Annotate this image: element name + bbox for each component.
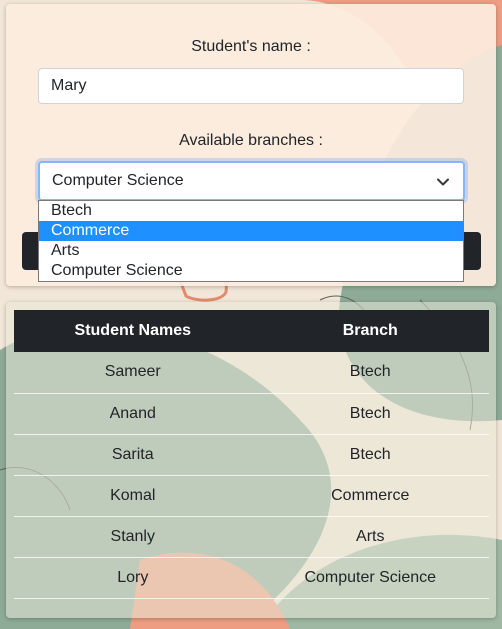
branch-cell: Btech	[349, 445, 391, 463]
branch-option-computer-science[interactable]: Computer Science	[39, 261, 463, 281]
student-name-cell: Sameer	[104, 363, 161, 381]
student-name-cell: Sarita	[111, 445, 154, 463]
branch-cell: Commerce	[331, 486, 410, 504]
table-row: Lory Computer Science	[14, 557, 489, 598]
branch-option-arts[interactable]: Arts	[39, 241, 463, 261]
branch-label: Available branches :	[179, 132, 323, 149]
header-branch: Branch	[342, 322, 398, 339]
student-name-cell: Stanly	[110, 527, 155, 545]
table-row: Sarita Btech	[14, 434, 489, 475]
student-name-cell: Komal	[110, 486, 156, 504]
student-name-cell: Anand	[109, 404, 156, 422]
branch-cell: Computer Science	[304, 568, 437, 586]
branch-cell: Arts	[356, 527, 385, 545]
students-table: Student Names Branch Sameer Btech Anand …	[14, 310, 489, 599]
table-row: Komal Commerce	[14, 475, 489, 516]
branch-option-btech[interactable]: Btech	[39, 201, 463, 221]
table-header-row: Student Names Branch	[14, 310, 489, 352]
branch-cell: Btech	[349, 363, 391, 381]
table-row: Sameer Btech	[14, 352, 489, 393]
table-row: Stanly Arts	[14, 516, 489, 557]
student-name-input[interactable]	[38, 68, 464, 104]
students-table-card: Student Names Branch Sameer Btech Anand …	[6, 302, 496, 618]
student-name-cell: Lory	[117, 568, 149, 586]
student-name-label: Student's name :	[191, 38, 311, 55]
branch-select[interactable]: Computer Science	[38, 161, 465, 201]
header-student-names: Student Names	[74, 322, 191, 339]
branch-select-value: Computer Science	[52, 172, 184, 189]
branch-option-commerce[interactable]: Commerce	[39, 221, 463, 241]
branch-cell: Btech	[349, 404, 391, 422]
table-row: Anand Btech	[14, 393, 489, 434]
chevron-down-icon	[437, 178, 449, 186]
branch-dropdown-list: Btech Commerce Arts Computer Science	[38, 200, 464, 282]
